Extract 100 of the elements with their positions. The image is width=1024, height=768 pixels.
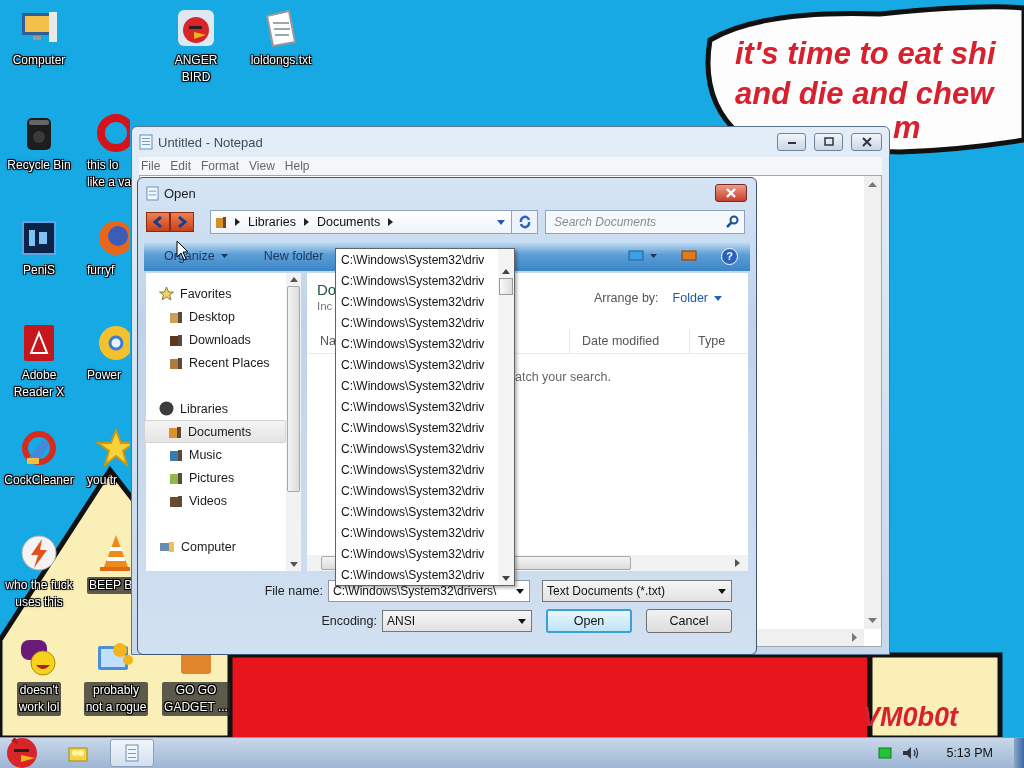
close-icon bbox=[725, 188, 737, 198]
caret-icon bbox=[220, 254, 228, 258]
clock[interactable]: 5:13 PM bbox=[946, 746, 993, 760]
library-heading: Do bbox=[317, 281, 337, 298]
folder-icon bbox=[169, 447, 183, 462]
suggestion-item[interactable]: C:\Windows\System32\driv bbox=[336, 439, 498, 460]
brush-icon[interactable] bbox=[19, 428, 59, 468]
cancel-button[interactable]: Cancel bbox=[646, 609, 732, 633]
square-app-icon[interactable] bbox=[19, 218, 59, 258]
suggestion-item[interactable]: C:\Windows\System32\driv bbox=[336, 250, 498, 271]
nav-item[interactable]: Favorites bbox=[146, 282, 286, 305]
nav-item[interactable]: Recent Places bbox=[146, 351, 286, 374]
folder-icon bbox=[169, 493, 183, 508]
search-icon[interactable] bbox=[725, 215, 739, 229]
back-button[interactable] bbox=[146, 212, 170, 232]
suggestion-item[interactable]: C:\Windows\System32\driv bbox=[336, 481, 498, 502]
arrange-dropdown[interactable]: Folder bbox=[670, 289, 724, 307]
nav-item[interactable]: Libraries bbox=[146, 397, 286, 420]
breadcrumb-arrow-icon[interactable] bbox=[388, 218, 394, 226]
folder-icon bbox=[169, 355, 183, 370]
scroll-down-arrow-icon[interactable] bbox=[289, 562, 298, 567]
menu-item[interactable]: File bbox=[139, 159, 167, 173]
column-header[interactable]: Na bbox=[320, 334, 336, 348]
suggestion-item[interactable]: C:\Windows\System32\driv bbox=[336, 460, 498, 481]
scroll-up-arrow-icon[interactable] bbox=[289, 277, 298, 282]
scroll-up-arrow-icon[interactable] bbox=[502, 269, 510, 274]
dialog-title: Open bbox=[164, 185, 196, 201]
caret-icon bbox=[718, 588, 726, 594]
menu-item[interactable]: Help bbox=[282, 159, 316, 173]
nav-item[interactable]: Music bbox=[146, 443, 286, 466]
suggestion-item[interactable]: C:\Windows\System32\driv bbox=[336, 523, 498, 544]
encoding-dropdown[interactable]: ANSI bbox=[382, 610, 532, 632]
help-button[interactable]: ? bbox=[721, 247, 738, 265]
folder-icon bbox=[169, 470, 183, 485]
file-name-label: File name: bbox=[264, 584, 323, 598]
notepad-icon bbox=[124, 744, 140, 762]
bird-icon[interactable] bbox=[176, 8, 216, 48]
icon-label[interactable]: probably not a rogue bbox=[83, 682, 149, 716]
speaker-icon[interactable] bbox=[902, 746, 921, 760]
maximize-button[interactable] bbox=[814, 133, 843, 151]
encoding-label: Encoding: bbox=[321, 614, 377, 628]
scrollbar[interactable] bbox=[498, 249, 514, 585]
nav-item[interactable]: Computer bbox=[146, 535, 286, 558]
icon-label[interactable]: GO GO GADGET ... bbox=[162, 682, 230, 716]
nav-item[interactable]: Downloads bbox=[146, 328, 286, 351]
open-button[interactable]: Open bbox=[546, 609, 632, 633]
scroll-up-arrow-icon[interactable] bbox=[868, 181, 877, 187]
search-field[interactable]: Search Documents bbox=[545, 210, 745, 234]
scrollbar[interactable] bbox=[286, 273, 301, 571]
address-bar[interactable]: Libraries Documents bbox=[210, 210, 512, 234]
close-icon bbox=[860, 137, 873, 147]
suggestion-item[interactable]: C:\Windows\System32\driv bbox=[336, 502, 498, 523]
star-icon[interactable] bbox=[96, 428, 130, 468]
suggestion-item[interactable]: C:\Windows\System32\driv bbox=[336, 544, 498, 565]
suggestion-item[interactable]: C:\Windows\System32\driv bbox=[336, 334, 498, 355]
lightning-icon[interactable] bbox=[19, 533, 59, 573]
column-header[interactable]: Date modified bbox=[582, 334, 660, 348]
breadcrumb-arrow-icon[interactable] bbox=[303, 218, 309, 226]
refresh-icon bbox=[517, 215, 532, 229]
menu-item[interactable]: View bbox=[247, 159, 281, 173]
nav-item[interactable]: Desktop bbox=[146, 305, 286, 328]
nav-item[interactable]: Videos bbox=[146, 489, 286, 512]
scroll-down-arrow-icon[interactable] bbox=[868, 618, 877, 624]
library-icon bbox=[159, 401, 174, 416]
breadcrumb-item[interactable]: Documents bbox=[316, 215, 381, 229]
forward-button[interactable] bbox=[170, 212, 194, 232]
start-button[interactable] bbox=[4, 738, 40, 768]
column-header[interactable]: Type bbox=[698, 334, 726, 348]
minimize-button[interactable] bbox=[777, 133, 806, 151]
arrange-label: Arrange by: bbox=[593, 291, 659, 305]
suggestion-item[interactable]: C:\Windows\System32\driv bbox=[336, 355, 498, 376]
empty-message: atch your search. bbox=[514, 370, 612, 384]
caret-icon[interactable] bbox=[516, 589, 524, 594]
menu-item[interactable]: Format bbox=[199, 159, 246, 173]
breadcrumb-arrow-icon[interactable] bbox=[235, 218, 240, 226]
smiley-icon[interactable] bbox=[19, 638, 59, 678]
icon-label[interactable]: doesn't work lol bbox=[16, 682, 62, 716]
scroll-right-arrow-icon[interactable] bbox=[852, 633, 858, 642]
suggestion-item[interactable]: C:\Windows\System32\driv bbox=[336, 397, 498, 418]
file-type-dropdown[interactable]: Text Documents (*.txt) bbox=[542, 580, 732, 602]
suggestion-item[interactable]: C:\Windows\System32\driv bbox=[336, 313, 498, 334]
close-button[interactable] bbox=[851, 133, 882, 151]
menu-item[interactable]: Edit bbox=[168, 159, 198, 173]
speech-bubble-text: it's time to eat shi bbox=[735, 35, 996, 73]
suggestion-item[interactable]: C:\Windows\System32\driv bbox=[336, 292, 498, 313]
nav-item[interactable]: Documents bbox=[144, 420, 286, 443]
computer-icon bbox=[159, 539, 175, 554]
refresh-button[interactable] bbox=[512, 210, 538, 234]
scroll-right-arrow-icon[interactable] bbox=[735, 559, 740, 567]
nav-item[interactable]: Pictures bbox=[146, 466, 286, 489]
dropdown-caret-icon[interactable] bbox=[497, 219, 505, 225]
suggestion-item[interactable]: C:\Windows\System32\driv bbox=[336, 376, 498, 397]
suggestion-item[interactable]: C:\Windows\System32\driv bbox=[336, 418, 498, 439]
breadcrumb-item[interactable]: Libraries bbox=[248, 215, 296, 229]
library-subheading: Inc bbox=[317, 300, 334, 312]
suggestion-item[interactable]: C:\Windows\System32\driv bbox=[336, 271, 498, 292]
close-button[interactable] bbox=[715, 184, 747, 202]
new-folder-button[interactable]: New folder bbox=[255, 247, 332, 265]
scroll-down-arrow-icon[interactable] bbox=[502, 576, 510, 581]
scroll-thumb[interactable] bbox=[499, 278, 513, 295]
